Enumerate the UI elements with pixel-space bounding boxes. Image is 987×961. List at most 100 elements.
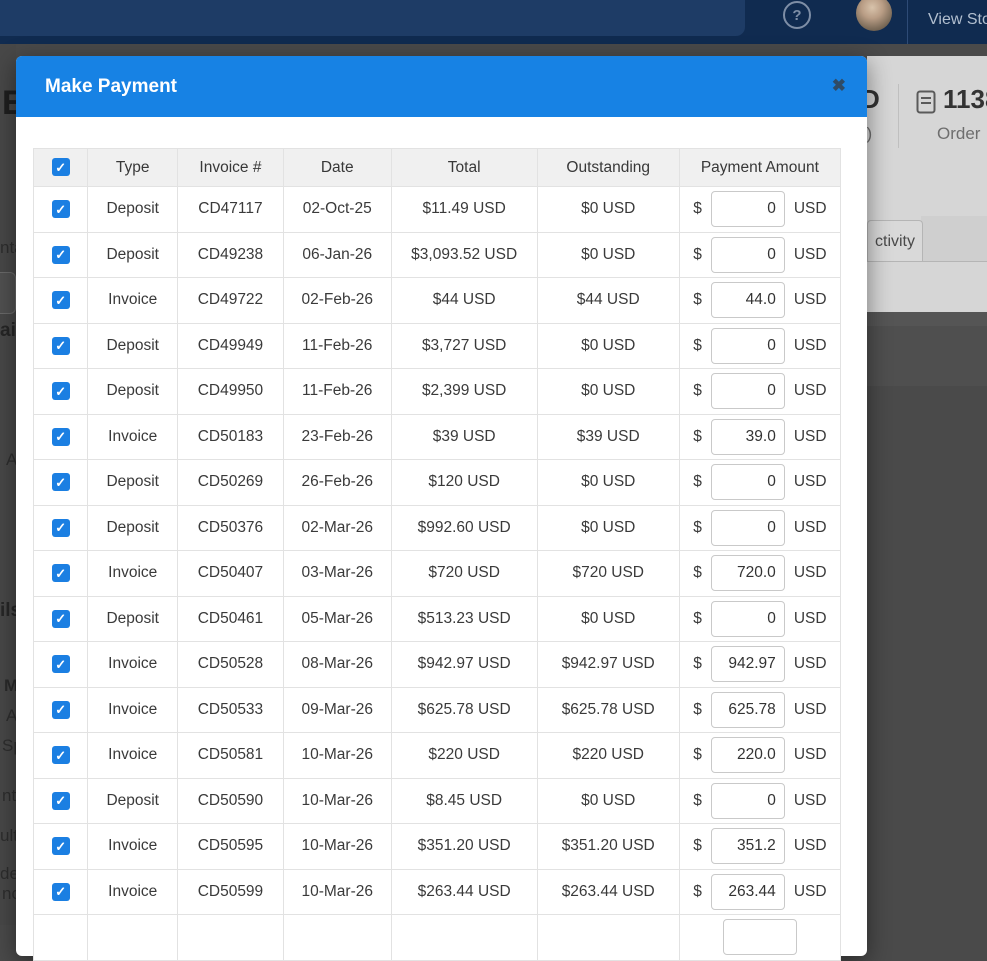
payment-amount-input[interactable] xyxy=(710,782,785,819)
outstanding-cell: $625.78 USD xyxy=(536,686,680,733)
row-checkbox[interactable]: ✓ xyxy=(51,427,70,446)
total-cell: $625.78 USD xyxy=(390,686,538,733)
row-checkbox[interactable]: ✓ xyxy=(51,245,70,264)
payment-amount-input[interactable] xyxy=(710,555,785,592)
date-cell: 11-Feb-26 xyxy=(282,368,392,415)
date-cell: 26-Feb-26 xyxy=(282,459,392,506)
outstanding-cell: $44 USD xyxy=(536,277,680,324)
date-cell: 11-Feb-26 xyxy=(282,322,392,369)
date-cell: 23-Feb-26 xyxy=(282,413,392,460)
check-icon: ✓ xyxy=(55,702,67,718)
outstanding-cell: $263.44 USD xyxy=(536,868,680,915)
total-cell: $263.44 USD xyxy=(390,868,538,915)
row-checkbox[interactable]: ✓ xyxy=(51,882,70,901)
currency-prefix: $ xyxy=(693,245,702,263)
row-checkbox[interactable]: ✓ xyxy=(51,746,70,765)
type-cell: Deposit xyxy=(87,186,179,233)
table-row: ✓ Deposit CD49950 11-Feb-26 $2,399 USD $… xyxy=(32,368,842,415)
search-bar[interactable] xyxy=(0,0,745,36)
check-icon: ✓ xyxy=(55,520,67,536)
payment-amount-input[interactable] xyxy=(710,646,785,683)
outstanding-cell: $0 USD xyxy=(536,322,680,369)
currency-prefix: $ xyxy=(693,291,702,309)
payment-amount-input[interactable] xyxy=(710,737,785,774)
currency-suffix: USD xyxy=(793,336,827,354)
currency-prefix: $ xyxy=(693,746,702,764)
invoice-cell: CD50590 xyxy=(177,777,284,824)
row-checkbox[interactable]: ✓ xyxy=(51,382,70,401)
payment-amount-input[interactable] xyxy=(710,327,785,364)
help-icon[interactable]: ? xyxy=(783,1,811,29)
row-checkbox[interactable]: ✓ xyxy=(51,518,70,537)
payment-amount-input[interactable] xyxy=(710,600,785,637)
outstanding-cell: $720 USD xyxy=(536,550,680,597)
row-checkbox[interactable]: ✓ xyxy=(51,791,70,810)
currency-suffix: USD xyxy=(793,882,827,900)
total-cell: $3,727 USD xyxy=(390,322,538,369)
payment-cell: $ USD xyxy=(678,550,842,597)
row-checkbox[interactable]: ✓ xyxy=(51,564,70,583)
invoice-cell: CD50595 xyxy=(177,823,284,870)
invoice-cell: CD50407 xyxy=(177,550,284,597)
row-checkbox[interactable]: ✓ xyxy=(51,700,70,719)
payment-amount-input[interactable] xyxy=(710,828,785,865)
type-cell: Invoice xyxy=(87,277,179,324)
check-icon: ✓ xyxy=(55,474,67,490)
order-label: Order xyxy=(937,124,981,143)
payment-amount-input[interactable] xyxy=(710,236,785,273)
checkbox-cell: ✓ xyxy=(32,641,89,688)
currency-prefix: $ xyxy=(693,882,702,900)
date-cell: 02-Feb-26 xyxy=(282,277,392,324)
dimmed-page-right-panel: D 1138 d) Order ctivity xyxy=(867,56,987,312)
payment-amount-input[interactable] xyxy=(710,191,785,228)
outstanding-cell: $942.97 USD xyxy=(536,641,680,688)
currency-suffix: USD xyxy=(793,382,827,400)
payment-amount-input[interactable] xyxy=(710,509,785,546)
payment-amount-input[interactable] xyxy=(710,373,785,410)
checkbox-cell xyxy=(32,914,89,961)
row-checkbox[interactable]: ✓ xyxy=(51,473,70,492)
close-icon[interactable]: ✖ xyxy=(832,77,846,94)
table-row: ✓ Deposit CD49238 06-Jan-26 $3,093.52 US… xyxy=(32,231,842,278)
tab-activity[interactable]: ctivity xyxy=(867,220,923,262)
row-checkbox[interactable]: ✓ xyxy=(51,291,70,310)
dimmed-text-fragment: nta xyxy=(0,238,16,257)
row-checkbox[interactable]: ✓ xyxy=(51,655,70,674)
screen: { "navbar": { "help_icon_glyph": "?", "v… xyxy=(0,0,987,961)
text-fragment: d) xyxy=(867,124,873,143)
type-cell: Deposit xyxy=(87,459,179,506)
table-row: ✓ Deposit CD49949 11-Feb-26 $3,727 USD $… xyxy=(32,322,842,369)
payment-amount-input[interactable] xyxy=(710,464,785,501)
currency-prefix: $ xyxy=(693,837,702,855)
currency-prefix: $ xyxy=(693,382,702,400)
row-checkbox[interactable]: ✓ xyxy=(51,336,70,355)
row-checkbox[interactable]: ✓ xyxy=(51,837,70,856)
check-icon: ✓ xyxy=(55,247,67,263)
currency-suffix: USD xyxy=(793,473,827,491)
type-cell: Deposit xyxy=(87,322,179,369)
row-checkbox[interactable]: ✓ xyxy=(51,609,70,628)
check-icon: ✓ xyxy=(55,656,67,672)
select-all-checkbox[interactable]: ✓ xyxy=(51,158,70,177)
currency-suffix: USD xyxy=(793,245,827,263)
invoice-cell: CD49949 xyxy=(177,322,284,369)
payment-cell: $ USD xyxy=(678,368,842,415)
type-cell: Deposit xyxy=(87,368,179,415)
row-checkbox[interactable]: ✓ xyxy=(51,200,70,219)
payment-amount-input[interactable] xyxy=(710,418,785,455)
total-cell: $44 USD xyxy=(390,277,538,324)
type-cell xyxy=(87,914,179,961)
payment-amount-input[interactable] xyxy=(710,873,785,910)
view-store-link[interactable]: View Sto xyxy=(928,11,987,29)
check-icon: ✓ xyxy=(55,565,67,581)
invoice-cell: CD47117 xyxy=(177,186,284,233)
outstanding-cell: $0 USD xyxy=(536,368,680,415)
payment-amount-input[interactable] xyxy=(710,691,785,728)
payment-amount-input[interactable] xyxy=(710,282,785,319)
date-cell: 10-Mar-26 xyxy=(282,732,392,779)
user-avatar[interactable] xyxy=(856,0,892,31)
checkbox-cell: ✓ xyxy=(32,504,89,551)
outstanding-cell: $0 USD xyxy=(536,777,680,824)
checkbox-cell: ✓ xyxy=(32,686,89,733)
payment-table: ✓ Type Invoice # Date Total Outstanding … xyxy=(32,148,842,961)
